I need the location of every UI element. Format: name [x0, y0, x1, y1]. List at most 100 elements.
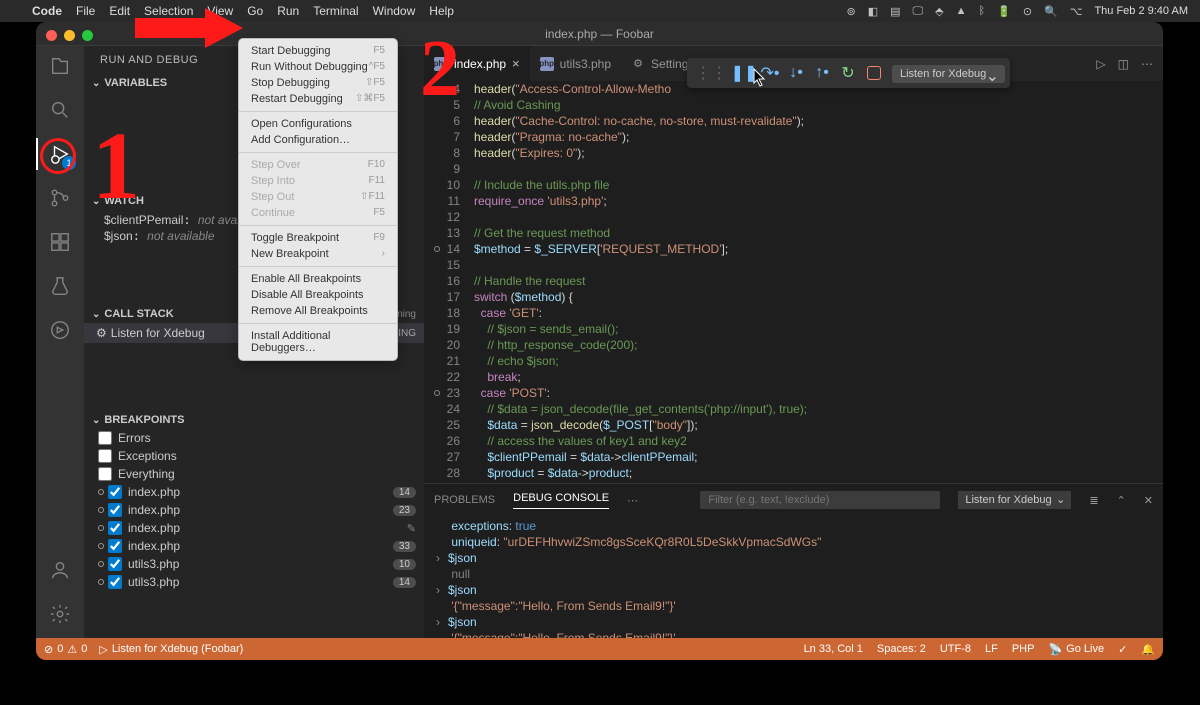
clear-icon[interactable]: ⌃ — [1117, 494, 1126, 507]
panel-tab-debug-console[interactable]: DEBUG CONSOLE — [513, 492, 609, 509]
status-icon[interactable]: ⬘ — [935, 5, 943, 18]
status-position[interactable]: Ln 33, Col 1 — [804, 643, 863, 655]
menubar-file[interactable]: File — [76, 4, 95, 18]
status-icon[interactable]: 🖵 — [913, 5, 924, 18]
run-debug-icon[interactable]: 1 — [48, 142, 72, 166]
menubar-help[interactable]: Help — [429, 4, 454, 18]
menu-item[interactable]: Run Without Debugging^F5 — [239, 59, 397, 75]
close-panel-icon[interactable]: ✕ — [1144, 494, 1153, 507]
editor-tab[interactable]: phputils3.php — [530, 46, 621, 81]
close-window-button[interactable] — [46, 30, 57, 41]
control-center-icon[interactable]: ⌥ — [1070, 5, 1083, 18]
status-bell-icon[interactable]: 🔔 — [1141, 643, 1155, 656]
menu-item[interactable]: Toggle BreakpointF9 — [239, 230, 397, 246]
breakpoint-checkbox[interactable] — [98, 431, 112, 445]
menu-item[interactable]: Open Configurations — [239, 116, 397, 132]
breakpoint-checkbox[interactable] — [108, 539, 122, 553]
debug-toolbar[interactable]: ⋮⋮ ❚❚ ↷• ↓• ↑• ↻ Listen for Xdebug — [687, 58, 1010, 88]
menubar-window[interactable]: Window — [373, 4, 416, 18]
console-session-select[interactable]: Listen for Xdebug — [958, 491, 1071, 509]
search-icon[interactable] — [48, 98, 72, 122]
breakpoint-checkbox[interactable] — [98, 467, 112, 481]
menu-item[interactable]: Add Configuration… — [239, 132, 397, 148]
breakpoint-checkbox[interactable] — [108, 575, 122, 589]
drag-handle-icon[interactable]: ⋮⋮ — [692, 63, 730, 83]
debug-config-select[interactable]: Listen for Xdebug — [892, 65, 1005, 83]
status-encoding[interactable]: UTF-8 — [940, 643, 971, 655]
status-icon[interactable]: ◧ — [868, 5, 878, 18]
status-language[interactable]: PHP — [1012, 643, 1035, 655]
menu-item[interactable]: Stop Debugging⇧F5 — [239, 75, 397, 91]
status-icon[interactable]: ▲ — [956, 5, 967, 17]
minimize-window-button[interactable] — [64, 30, 75, 41]
breakpoint-checkbox[interactable] — [98, 449, 112, 463]
filter-icon[interactable]: ≣ — [1089, 494, 1098, 507]
breakpoint-checkbox[interactable] — [108, 521, 122, 535]
console-filter-input[interactable] — [700, 491, 940, 509]
menubar-app[interactable]: Code — [32, 4, 62, 18]
breakpoint-category[interactable]: Errors — [84, 429, 424, 447]
menubar-view[interactable]: View — [207, 4, 233, 18]
code-editor[interactable]: 4567891011121314151617181920212223242526… — [424, 81, 1163, 483]
pause-button[interactable]: ❚❚ — [732, 61, 756, 85]
menubar-terminal[interactable]: Terminal — [313, 4, 358, 18]
status-icon[interactable]: ⊚ — [847, 5, 856, 18]
more-icon[interactable]: ⋯ — [1141, 57, 1153, 71]
menu-item[interactable]: Remove All Breakpoints — [239, 303, 397, 319]
status-golive[interactable]: 📡 Go Live — [1048, 643, 1104, 656]
breakpoint-category[interactable]: Everything — [84, 465, 424, 483]
menu-item[interactable]: New Breakpoint› — [239, 246, 397, 262]
maximize-window-button[interactable] — [82, 30, 93, 41]
battery-icon[interactable]: 🔋 — [997, 5, 1011, 18]
breakpoint-item[interactable]: index.php14 — [84, 483, 424, 501]
accounts-icon[interactable] — [48, 558, 72, 582]
search-icon[interactable]: 🔍 — [1044, 5, 1058, 18]
status-spaces[interactable]: Spaces: 2 — [877, 643, 926, 655]
edit-icon[interactable]: ✎ — [407, 522, 416, 535]
remote-icon[interactable] — [48, 318, 72, 342]
status-icon[interactable]: ▤ — [890, 5, 900, 18]
source-control-icon[interactable] — [48, 186, 72, 210]
breakpoint-checkbox[interactable] — [108, 503, 122, 517]
menu-item[interactable]: Start DebuggingF5 — [239, 43, 397, 59]
menu-item[interactable]: Install Additional Debuggers… — [239, 328, 397, 356]
testing-icon[interactable] — [48, 274, 72, 298]
step-into-button[interactable]: ↓• — [784, 61, 808, 85]
breakpoint-checkbox[interactable] — [108, 557, 122, 571]
stop-button[interactable] — [867, 66, 881, 80]
more-icon[interactable]: ⋯ — [627, 494, 638, 507]
menubar-selection[interactable]: Selection — [144, 4, 193, 18]
menubar-run[interactable]: Run — [277, 4, 299, 18]
run-icon[interactable]: ▷ — [1096, 57, 1105, 71]
editor-tab[interactable]: phpindex.php× — [424, 46, 530, 81]
breakpoint-checkbox[interactable] — [108, 485, 122, 499]
step-over-button[interactable]: ↷• — [758, 61, 782, 85]
breakpoint-item[interactable]: utils3.php10 — [84, 555, 424, 573]
breakpoint-item[interactable]: index.php✎ — [84, 519, 424, 537]
extensions-icon[interactable] — [48, 230, 72, 254]
status-eol[interactable]: LF — [985, 643, 998, 655]
close-tab-icon[interactable]: × — [512, 56, 520, 71]
status-errors[interactable]: ⊘ 0 ⚠ 0 — [44, 643, 87, 656]
breakpoint-category[interactable]: Exceptions — [84, 447, 424, 465]
split-editor-icon[interactable]: ◫ — [1118, 57, 1129, 71]
menu-item[interactable]: Restart Debugging⇧⌘F5 — [239, 91, 397, 107]
bluetooth-icon[interactable]: ᛒ — [979, 5, 986, 17]
panel-tab-problems[interactable]: PROBLEMS — [434, 494, 495, 506]
status-notifications-icon[interactable]: ✓ — [1118, 643, 1127, 656]
breakpoint-item[interactable]: index.php23 — [84, 501, 424, 519]
explorer-icon[interactable] — [48, 54, 72, 78]
settings-gear-icon[interactable] — [48, 602, 72, 626]
step-out-button[interactable]: ↑• — [810, 61, 834, 85]
wifi-icon[interactable]: ⊙ — [1023, 5, 1032, 18]
menubar-go[interactable]: Go — [247, 4, 263, 18]
menu-item[interactable]: Disable All Breakpoints — [239, 287, 397, 303]
breakpoint-item[interactable]: utils3.php14 — [84, 573, 424, 591]
status-debug-config[interactable]: ▷ Listen for Xdebug (Foobar) — [99, 643, 243, 656]
menu-item[interactable]: Enable All Breakpoints — [239, 271, 397, 287]
breakpoints-section[interactable]: ⌄BREAKPOINTS — [84, 411, 424, 429]
menubar-edit[interactable]: Edit — [109, 4, 130, 18]
menubar-clock[interactable]: Thu Feb 2 9:40 AM — [1094, 5, 1188, 17]
breakpoint-item[interactable]: index.php33 — [84, 537, 424, 555]
restart-button[interactable]: ↻ — [836, 61, 860, 85]
